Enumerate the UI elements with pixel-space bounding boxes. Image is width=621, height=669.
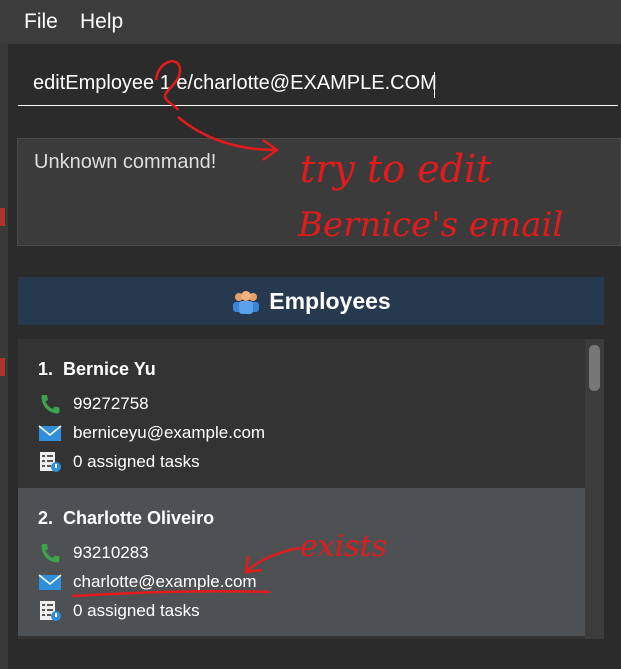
employee-phone: 99272758 xyxy=(73,394,149,413)
email-row: berniceyu@example.com xyxy=(38,422,265,444)
employee-phone: 93210283 xyxy=(73,543,149,562)
task-list-icon xyxy=(40,601,61,621)
result-message: Unknown command! xyxy=(34,151,217,173)
menu-bar: File Help xyxy=(0,0,621,44)
phone-icon xyxy=(41,544,60,563)
background-window-edge xyxy=(0,44,8,669)
employee-list[interactable]: 1. Bernice Yu 99272758 berniceyu@example… xyxy=(18,339,604,639)
employee-name: 1. Bernice Yu xyxy=(38,359,156,379)
phone-row: 93210283 xyxy=(38,542,149,564)
task-list-icon xyxy=(40,452,61,472)
scrollbar-thumb[interactable] xyxy=(589,345,600,391)
result-display: Unknown command! xyxy=(17,138,621,246)
text-caret xyxy=(434,72,435,98)
employee-tasks: 0 assigned tasks xyxy=(73,601,200,620)
employee-tasks: 0 assigned tasks xyxy=(73,452,200,471)
menu-file[interactable]: File xyxy=(24,10,58,34)
employee-list-title: Employees xyxy=(269,287,391,314)
employee-list-header: Employees xyxy=(18,277,604,325)
tasks-row: 0 assigned tasks xyxy=(38,451,200,473)
mail-icon xyxy=(38,574,62,590)
people-icon xyxy=(233,291,260,314)
command-input[interactable] xyxy=(18,62,618,106)
employee-card[interactable]: 2. Charlotte Oliveiro 93210283 charlotte… xyxy=(18,488,585,636)
tasks-row: 0 assigned tasks xyxy=(38,600,200,622)
employee-card[interactable]: 1. Bernice Yu 99272758 berniceyu@example… xyxy=(18,339,585,487)
employee-email: charlotte@example.com xyxy=(73,572,257,591)
menu-help[interactable]: Help xyxy=(80,10,123,34)
email-row: charlotte@example.com xyxy=(38,571,257,593)
mail-icon xyxy=(38,425,62,441)
phone-row: 99272758 xyxy=(38,393,149,415)
employee-name: 2. Charlotte Oliveiro xyxy=(38,508,215,528)
background-window-edge xyxy=(0,358,5,376)
phone-icon xyxy=(41,395,60,414)
background-window-edge xyxy=(0,208,5,226)
employee-email: berniceyu@example.com xyxy=(73,423,266,442)
